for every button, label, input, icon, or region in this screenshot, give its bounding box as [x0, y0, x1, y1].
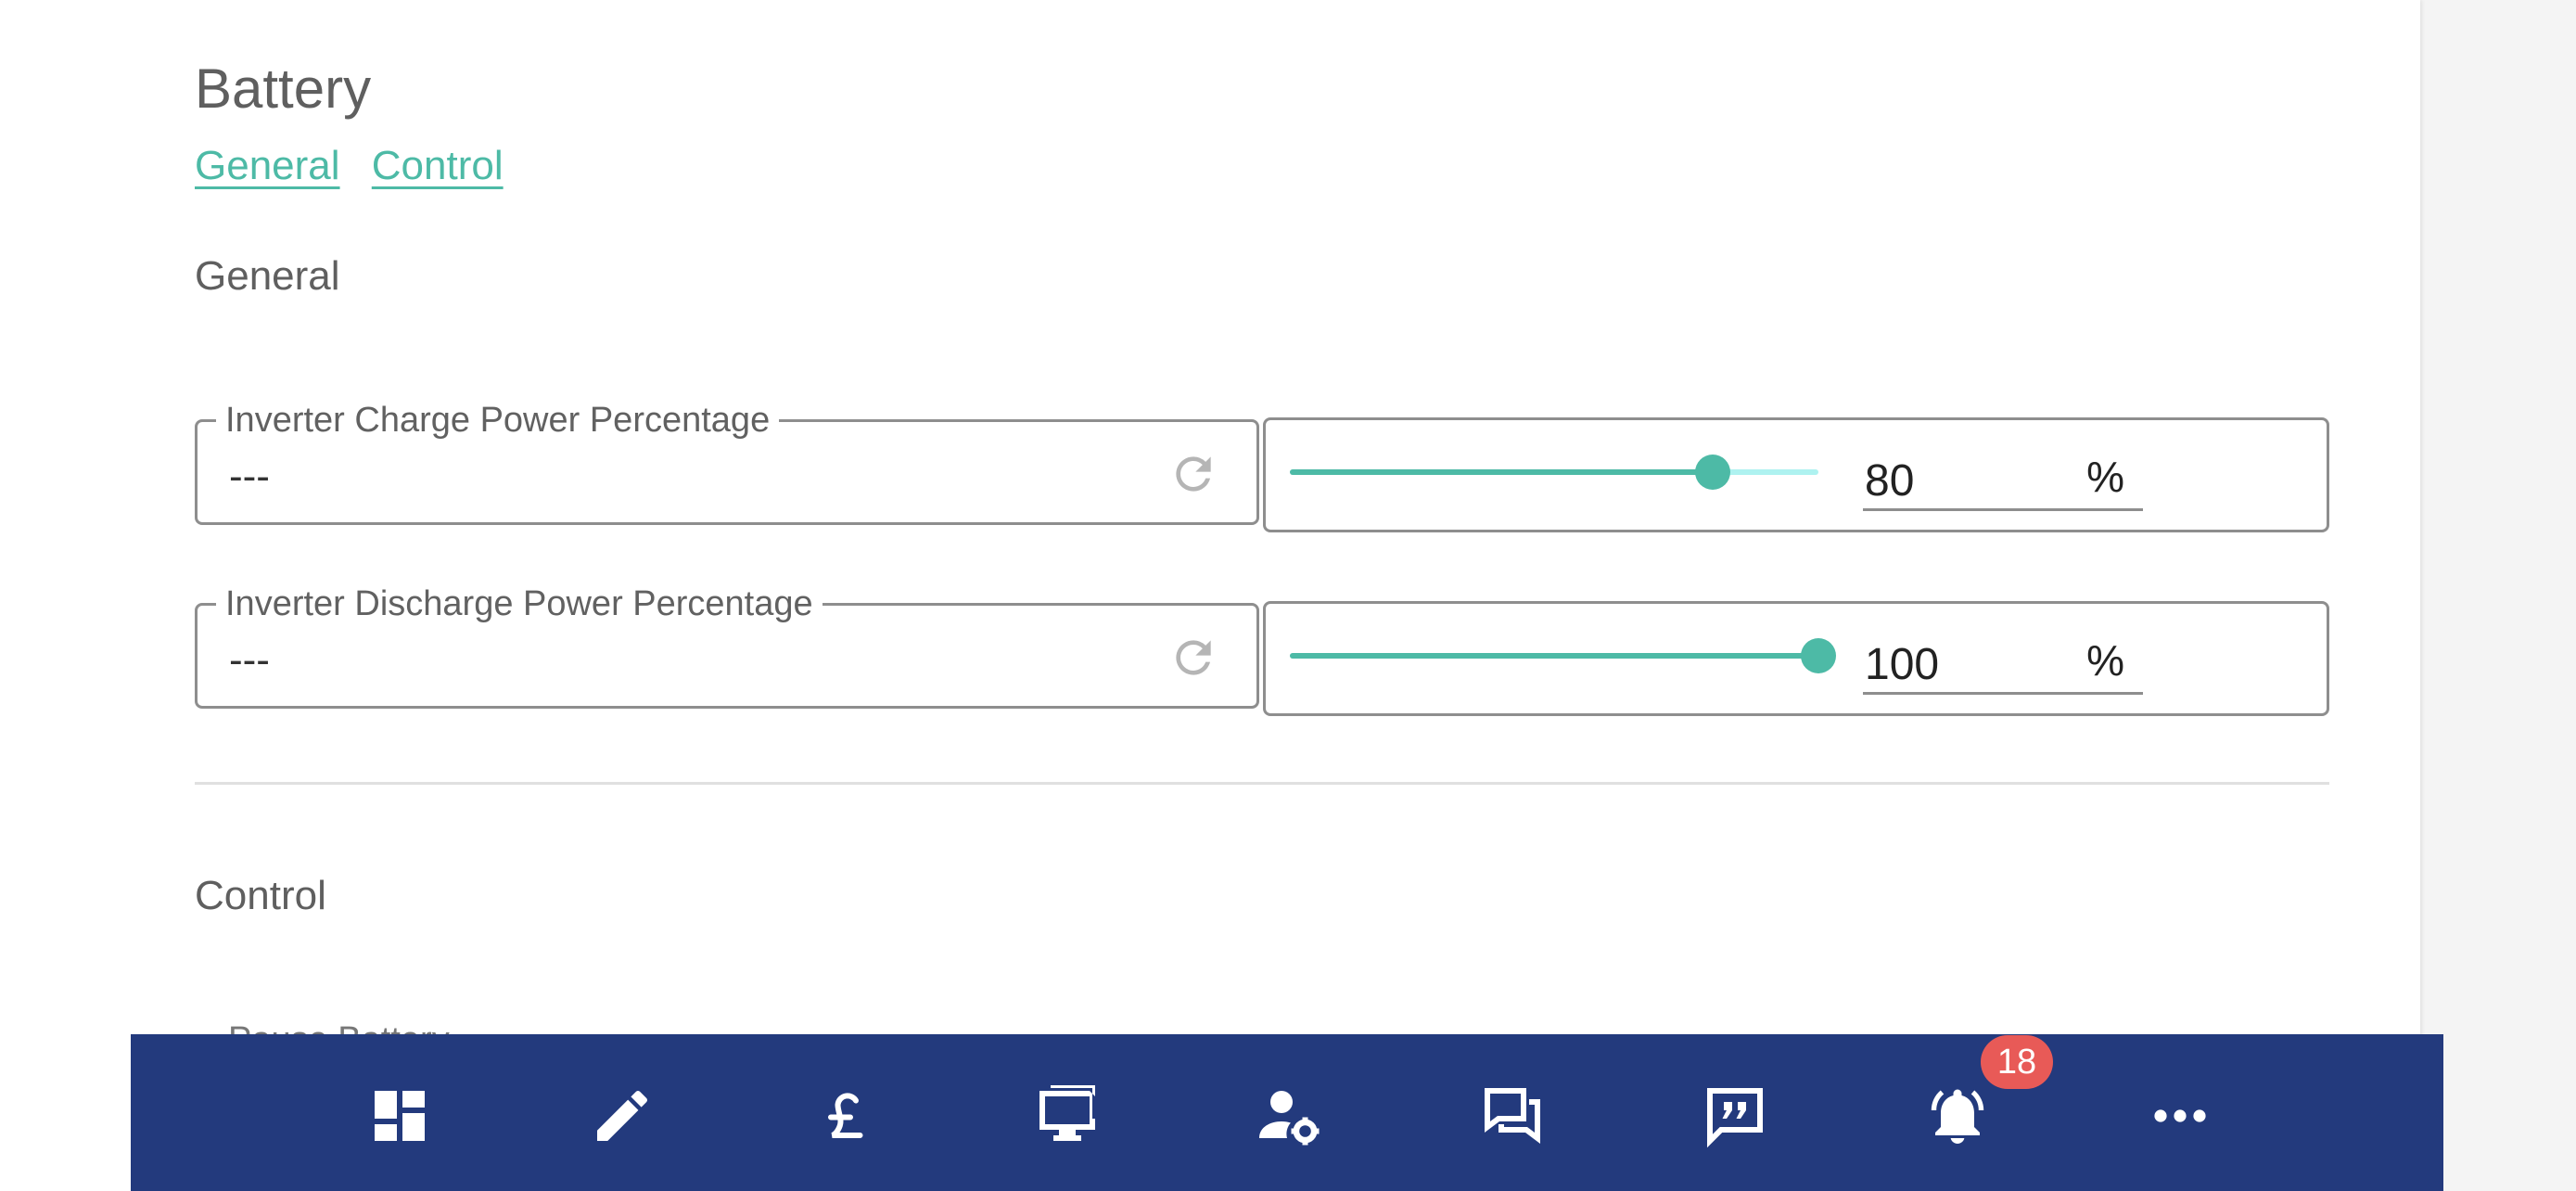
more-icon	[2154, 1109, 2206, 1122]
nav-notifications[interactable]	[1924, 1082, 1991, 1149]
slider-track-fill	[1290, 469, 1713, 475]
monitor-icon	[1039, 1085, 1095, 1141]
nav-devices[interactable]	[1034, 1082, 1101, 1149]
unit-percent: %	[2086, 636, 2124, 685]
discharge-power-slider[interactable]	[1290, 637, 1836, 674]
charge-power-control: 80 %	[1263, 417, 2329, 532]
user-settings-icon	[1259, 1091, 1320, 1146]
bell-icon	[1931, 1089, 1984, 1144]
discharge-power-number: 100	[1865, 640, 1940, 689]
refresh-icon[interactable]	[1167, 448, 1219, 500]
chat-icon	[1485, 1088, 1540, 1144]
pencil-icon	[597, 1090, 648, 1141]
refresh-icon[interactable]	[1167, 632, 1219, 684]
nav-user-settings[interactable]	[1256, 1082, 1323, 1149]
charge-power-input[interactable]: 80 %	[1863, 448, 2143, 511]
bottom-nav	[131, 1034, 2443, 1191]
slider-thumb[interactable]	[1801, 638, 1836, 673]
section-heading-control: Control	[195, 873, 326, 918]
pound-sign-icon	[828, 1093, 863, 1138]
nav-edit[interactable]	[589, 1082, 656, 1149]
section-divider	[195, 782, 2329, 785]
discharge-power-value: ---	[229, 637, 270, 683]
unit-percent: %	[2086, 453, 2124, 501]
discharge-power-label: Inverter Discharge Power Percentage	[216, 583, 823, 624]
charge-power-value: ---	[229, 454, 270, 499]
nav-more[interactable]	[2147, 1082, 2213, 1149]
link-general[interactable]: General	[195, 143, 340, 188]
slider-track-fill	[1290, 653, 1818, 659]
slider-thumb[interactable]	[1695, 455, 1730, 490]
notification-badge: 18	[1981, 1035, 2053, 1089]
nav-feedback[interactable]	[1702, 1082, 1768, 1149]
page-title: Battery	[195, 58, 372, 120]
nav-dashboard[interactable]	[366, 1082, 433, 1149]
nav-messages[interactable]	[1479, 1082, 1546, 1149]
main-panel: Battery General Control General Inverter…	[0, 0, 2420, 1191]
discharge-power-input[interactable]: 100 %	[1863, 632, 2143, 695]
discharge-power-field: Inverter Discharge Power Percentage ---	[195, 583, 1259, 709]
discharge-power-control: 100 %	[1263, 601, 2329, 716]
dashboard-icon	[375, 1091, 425, 1141]
nav-billing[interactable]	[811, 1082, 878, 1149]
charge-power-label: Inverter Charge Power Percentage	[216, 400, 780, 441]
section-heading-general: General	[195, 253, 340, 299]
charge-power-slider[interactable]	[1290, 454, 1818, 491]
section-links: General Control	[195, 143, 524, 189]
link-control[interactable]: Control	[372, 143, 504, 188]
feedback-icon	[1707, 1088, 1763, 1148]
charge-power-field: Inverter Charge Power Percentage ---	[195, 400, 1259, 525]
charge-power-number: 80	[1865, 456, 1915, 506]
